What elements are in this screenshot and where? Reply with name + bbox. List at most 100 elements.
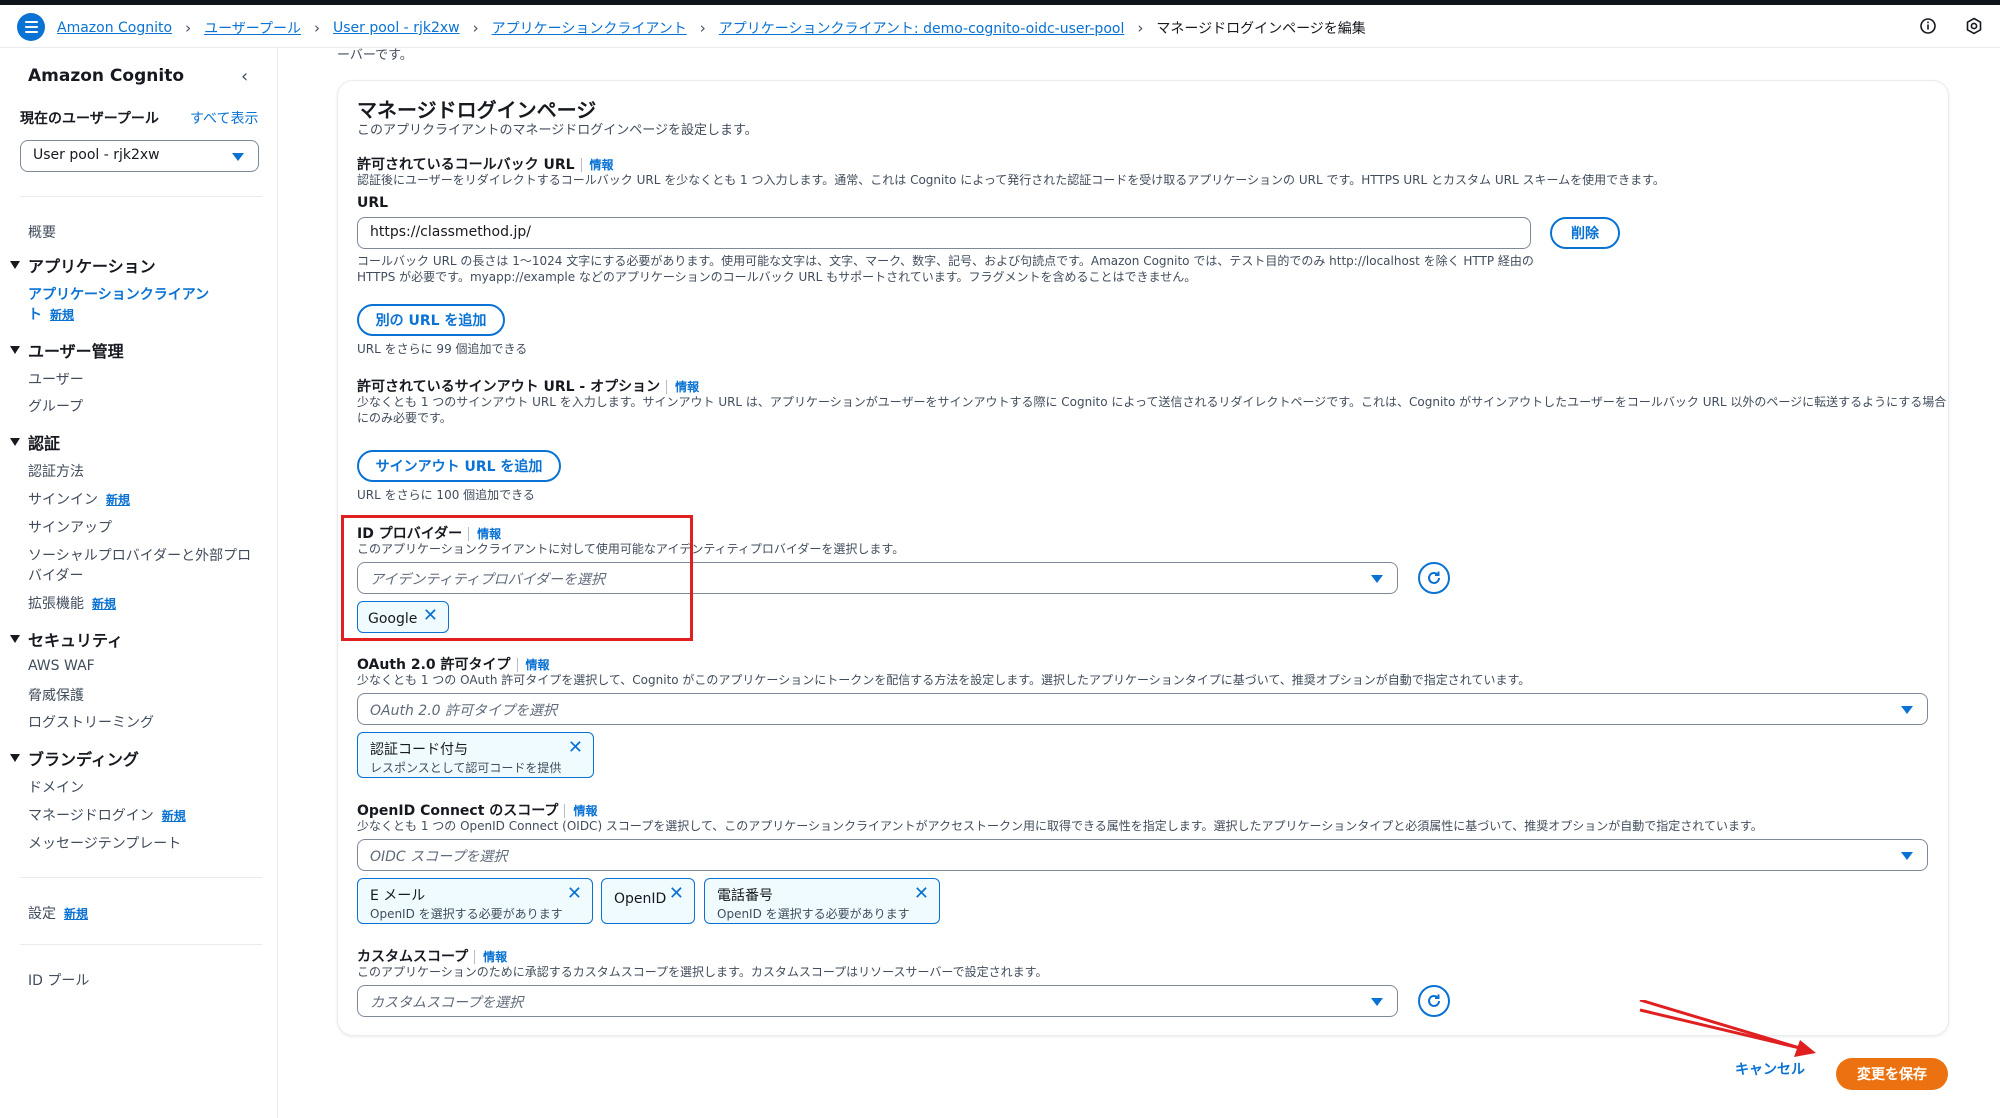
custom-scope-select[interactable]: カスタムスコープを選択 (357, 985, 1398, 1017)
signout-description-1: 少なくとも 1 つのサインアウト URL を入力します。サインアウト URL は… (357, 395, 1947, 409)
oauth-token-auth-code: 認証コード付与 レスポンスとして認可コードを提供 ✕ (357, 732, 594, 778)
show-all-link[interactable]: すべて表示 (190, 108, 258, 128)
sidebar-item-threat-protection[interactable]: 脅威保護 (28, 685, 84, 705)
token-sublabel: OpenID を選択する必要があります (370, 907, 563, 921)
oauth-select[interactable]: OAuth 2.0 許可タイプを選択 (357, 693, 1928, 725)
sidebar-item-app-clients[interactable]: アプリケーションクライアン (28, 284, 209, 304)
sidebar-item-label: ト (28, 307, 42, 323)
breadcrumb-user-pool[interactable]: User pool - rjk2xw (333, 20, 460, 36)
sidebar-item-auth-methods[interactable]: 認証方法 (28, 461, 84, 481)
breadcrumb-app-client[interactable]: アプリケーションクライアント: demo-cognito-oidc-user-p… (719, 18, 1125, 38)
close-icon[interactable]: ✕ (914, 883, 929, 904)
section-title: アプリケーション (28, 257, 156, 276)
url-label: URL (357, 195, 389, 211)
token-label: 認証コード付与 (370, 742, 468, 758)
sidebar-item-domain[interactable]: ドメイン (28, 777, 84, 797)
sidebar-item-groups[interactable]: グループ (28, 396, 83, 416)
add-url-button[interactable]: 別の URL を追加 (357, 304, 505, 336)
delete-button[interactable]: 削除 (1550, 217, 1620, 249)
sidebar-section-auth[interactable]: 認証 (10, 430, 60, 454)
sidebar-item-app-clients-cont[interactable]: ト新規 (28, 304, 74, 324)
breadcrumb: Amazon Cognito › ユーザープール › User pool - r… (57, 14, 1366, 42)
oidc-token-openid: OpenID ✕ (601, 878, 695, 924)
settings-icon[interactable] (1964, 16, 1984, 36)
current-pool-label: 現在のユーザープール (20, 111, 159, 127)
sidebar-item-signin[interactable]: サインイン 新規 (28, 489, 130, 509)
new-badge: 新規 (92, 597, 117, 611)
user-pool-select[interactable]: User pool - rjk2xw (20, 140, 259, 172)
section-title: セキュリティ (28, 631, 124, 650)
oidc-token-email: E メール OpenID を選択する必要があります ✕ (357, 878, 593, 924)
sidebar-item-log-streaming[interactable]: ログストリーミング (28, 712, 154, 732)
info-link[interactable]: 情報 (516, 658, 550, 672)
caret-down-icon (10, 635, 20, 643)
user-pool-select-value: User pool - rjk2xw (33, 147, 160, 163)
refresh-icon[interactable] (1418, 562, 1450, 594)
section-title: ブランディング (28, 750, 139, 769)
refresh-icon[interactable] (1418, 985, 1450, 1017)
sidebar-item-overview[interactable]: 概要 (28, 222, 56, 242)
sidebar-item-label: 設定 (28, 906, 56, 922)
oidc-select[interactable]: OIDC スコープを選択 (357, 839, 1928, 871)
annotation-highlight-box (341, 515, 693, 641)
info-link[interactable]: 情報 (666, 380, 700, 394)
caret-down-icon (232, 153, 244, 161)
add-signout-url-button[interactable]: サインアウト URL を追加 (357, 450, 561, 482)
sidebar-item-label: サインイン (28, 492, 98, 508)
oidc-token-phone: 電話番号 OpenID を選択する必要があります ✕ (704, 878, 940, 924)
chevron-right-icon: › (313, 19, 320, 37)
save-changes-button[interactable]: 変更を保存 (1836, 1058, 1948, 1090)
sidebar-item-social-providers[interactable]: ソーシャルプロバイダーと外部プロ (28, 545, 251, 565)
select-placeholder: OAuth 2.0 許可タイプを選択 (370, 703, 557, 719)
sidebar-item-waf[interactable]: AWS WAF (28, 658, 95, 674)
close-icon[interactable]: ✕ (567, 883, 582, 904)
caret-down-icon (1371, 575, 1383, 583)
new-badge: 新規 (50, 308, 75, 322)
caret-down-icon (10, 438, 20, 446)
breadcrumb-user-pools[interactable]: ユーザープール (204, 18, 301, 38)
sidebar-section-security[interactable]: セキュリティ (10, 627, 123, 651)
custom-scope-description: このアプリケーションのために承認するカスタムスコープを選択します。カスタムスコー… (357, 965, 1048, 979)
new-badge: 新規 (64, 907, 89, 921)
card-title: マネージドログインページ (357, 98, 597, 122)
url-remaining: URL をさらに 99 個追加できる (357, 342, 528, 356)
token-label: 電話番号 (717, 888, 773, 904)
sidebar-item-id-pools[interactable]: ID プール (28, 970, 89, 990)
sidebar-section-user-mgmt[interactable]: ユーザー管理 (10, 338, 124, 362)
chevron-right-icon: › (699, 19, 706, 37)
divider (20, 877, 262, 878)
sidebar-item-managed-login[interactable]: マネージドログイン 新規 (28, 805, 186, 825)
info-link[interactable]: 情報 (580, 158, 614, 172)
sidebar-item-social-providers-cont[interactable]: バイダー (28, 565, 83, 585)
sidebar-item-users[interactable]: ユーザー (28, 369, 84, 389)
sidebar-item-message-templates[interactable]: メッセージテンプレート (28, 833, 181, 853)
oauth-description: 少なくとも 1 つの OAuth 許可タイプを選択して、Cognito がこのア… (357, 673, 1531, 687)
sidebar-item-extensions[interactable]: 拡張機能 新規 (28, 593, 116, 613)
sidebar-item-signup[interactable]: サインアップ (28, 517, 112, 537)
caret-down-icon (10, 754, 20, 762)
breadcrumb-app-clients[interactable]: アプリケーションクライアント (492, 18, 687, 38)
signout-remaining: URL をさらに 100 個追加できる (357, 488, 535, 502)
select-placeholder: OIDC スコープを選択 (370, 849, 508, 865)
close-icon[interactable]: ✕ (669, 883, 684, 904)
token-label: E メール (370, 888, 426, 904)
sidebar-item-settings[interactable]: 設定 新規 (28, 903, 88, 923)
sidebar-section-applications[interactable]: アプリケーション (10, 253, 156, 277)
menu-icon[interactable] (17, 13, 45, 41)
caret-down-icon (10, 346, 20, 354)
info-icon[interactable] (1918, 16, 1938, 36)
new-badge: 新規 (106, 493, 131, 507)
info-link[interactable]: 情報 (474, 950, 508, 964)
chevron-right-icon: › (1137, 19, 1144, 37)
breadcrumb-cognito[interactable]: Amazon Cognito (57, 20, 172, 36)
close-icon[interactable]: ✕ (568, 737, 583, 758)
token-sublabel: レスポンスとして認可コードを提供 (370, 761, 562, 775)
cancel-button[interactable]: キャンセル (1735, 1059, 1805, 1079)
section-title: 認証 (28, 434, 61, 453)
divider (20, 944, 262, 945)
collapse-icon[interactable]: ‹ (241, 66, 248, 87)
sidebar-section-branding[interactable]: ブランディング (10, 746, 139, 770)
callback-url-input[interactable]: https://classmethod.jp/ (357, 217, 1531, 249)
card-description: このアプリクライアントのマネージドログインページを設定します。 (357, 123, 758, 138)
info-link[interactable]: 情報 (564, 804, 598, 818)
